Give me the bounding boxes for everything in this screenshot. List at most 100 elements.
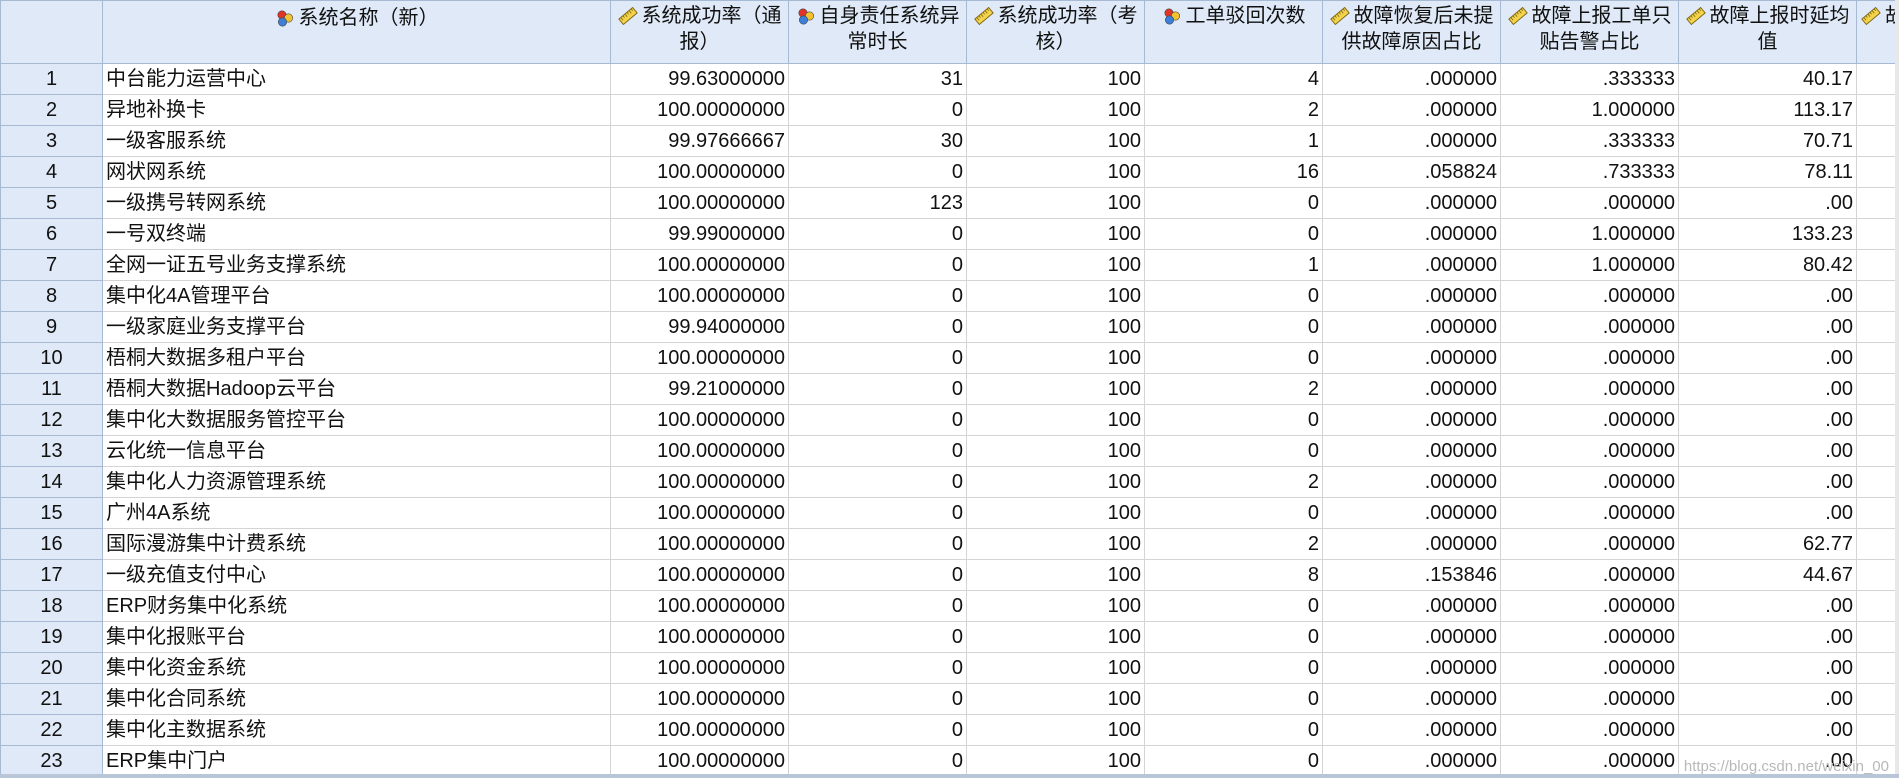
- system-name-cell[interactable]: 梧桐大数据Hadoop云平台: [102, 373, 611, 405]
- data-cell[interactable]: 100: [966, 63, 1145, 95]
- data-cell[interactable]: 113.17: [1678, 94, 1857, 126]
- row-number[interactable]: 7: [0, 249, 103, 281]
- data-cell[interactable]: 99.63000000: [610, 63, 789, 95]
- data-cell[interactable]: .000000: [1322, 528, 1501, 560]
- vertical-scrollbar[interactable]: [1895, 0, 1899, 778]
- system-name-cell[interactable]: 一级携号转网系统: [102, 187, 611, 219]
- data-cell[interactable]: 0: [1144, 745, 1323, 777]
- row-number[interactable]: 18: [0, 590, 103, 622]
- data-cell[interactable]: 100.00000000: [610, 404, 789, 436]
- data-cell[interactable]: 100: [966, 652, 1145, 684]
- data-cell[interactable]: 0: [788, 652, 967, 684]
- data-cell[interactable]: .00: [1678, 435, 1857, 467]
- data-cell[interactable]: [1856, 187, 1899, 219]
- data-cell[interactable]: .000000: [1322, 342, 1501, 374]
- data-cell[interactable]: 0: [1144, 652, 1323, 684]
- data-cell[interactable]: .153846: [1322, 559, 1501, 591]
- data-cell[interactable]: 0: [788, 590, 967, 622]
- row-number[interactable]: 11: [0, 373, 103, 405]
- data-cell[interactable]: 100: [966, 590, 1145, 622]
- data-cell[interactable]: 0: [788, 528, 967, 560]
- column-header[interactable]: 故障上报工单只贴告警占比: [1500, 0, 1679, 64]
- data-cell[interactable]: .000000: [1322, 683, 1501, 715]
- system-name-cell[interactable]: 一级客服系统: [102, 125, 611, 157]
- data-cell[interactable]: 40.17: [1678, 63, 1857, 95]
- data-cell[interactable]: 100: [966, 94, 1145, 126]
- data-cell[interactable]: [1856, 466, 1899, 498]
- data-cell[interactable]: 0: [1144, 187, 1323, 219]
- system-name-cell[interactable]: 异地补换卡: [102, 94, 611, 126]
- data-cell[interactable]: 1.000000: [1500, 249, 1679, 281]
- data-cell[interactable]: [1856, 621, 1899, 653]
- data-cell[interactable]: .000000: [1500, 683, 1679, 715]
- row-number[interactable]: 2: [0, 94, 103, 126]
- data-cell[interactable]: 0: [1144, 342, 1323, 374]
- data-cell[interactable]: .000000: [1322, 94, 1501, 126]
- data-cell[interactable]: [1856, 94, 1899, 126]
- data-cell[interactable]: 99.21000000: [610, 373, 789, 405]
- data-cell[interactable]: 0: [788, 714, 967, 746]
- data-cell[interactable]: [1856, 218, 1899, 250]
- data-cell[interactable]: .000000: [1322, 187, 1501, 219]
- data-cell[interactable]: 100: [966, 280, 1145, 312]
- system-name-cell[interactable]: 全网一证五号业务支撑系统: [102, 249, 611, 281]
- row-number[interactable]: 4: [0, 156, 103, 188]
- system-name-cell[interactable]: 一级家庭业务支撑平台: [102, 311, 611, 343]
- row-number[interactable]: 14: [0, 466, 103, 498]
- system-name-cell[interactable]: 集中化主数据系统: [102, 714, 611, 746]
- data-cell[interactable]: .000000: [1500, 745, 1679, 777]
- data-cell[interactable]: .00: [1678, 280, 1857, 312]
- column-header[interactable]: 故障上报时延均值: [1678, 0, 1857, 64]
- data-cell[interactable]: .000000: [1500, 528, 1679, 560]
- data-cell[interactable]: 100: [966, 435, 1145, 467]
- system-name-cell[interactable]: 集中化人力资源管理系统: [102, 466, 611, 498]
- data-cell[interactable]: [1856, 63, 1899, 95]
- row-number[interactable]: 8: [0, 280, 103, 312]
- data-cell[interactable]: 0: [788, 249, 967, 281]
- data-cell[interactable]: .00: [1678, 497, 1857, 529]
- data-cell[interactable]: .000000: [1500, 342, 1679, 374]
- data-cell[interactable]: .000000: [1322, 404, 1501, 436]
- row-number[interactable]: 12: [0, 404, 103, 436]
- row-number[interactable]: 10: [0, 342, 103, 374]
- data-cell[interactable]: .000000: [1322, 621, 1501, 653]
- system-name-cell[interactable]: 梧桐大数据多租户平台: [102, 342, 611, 374]
- data-cell[interactable]: 70.71: [1678, 125, 1857, 157]
- data-cell[interactable]: 0: [788, 218, 967, 250]
- data-cell[interactable]: .000000: [1322, 373, 1501, 405]
- system-name-cell[interactable]: 国际漫游集中计费系统: [102, 528, 611, 560]
- data-cell[interactable]: 44.67: [1678, 559, 1857, 591]
- system-name-cell[interactable]: 中台能力运营中心: [102, 63, 611, 95]
- system-name-cell[interactable]: ERP集中门户: [102, 745, 611, 777]
- data-cell[interactable]: .000000: [1500, 714, 1679, 746]
- row-number[interactable]: 15: [0, 497, 103, 529]
- column-header[interactable]: 系统成功率（通报）: [610, 0, 789, 64]
- data-cell[interactable]: [1856, 404, 1899, 436]
- data-cell[interactable]: 100.00000000: [610, 280, 789, 312]
- row-number[interactable]: 13: [0, 435, 103, 467]
- data-cell[interactable]: 0: [788, 559, 967, 591]
- data-cell[interactable]: 100.00000000: [610, 156, 789, 188]
- data-cell[interactable]: [1856, 342, 1899, 374]
- data-cell[interactable]: 100: [966, 311, 1145, 343]
- data-cell[interactable]: .00: [1678, 621, 1857, 653]
- system-name-cell[interactable]: 集中化报账平台: [102, 621, 611, 653]
- data-cell[interactable]: 100.00000000: [610, 652, 789, 684]
- data-cell[interactable]: 4: [1144, 63, 1323, 95]
- data-cell[interactable]: .00: [1678, 311, 1857, 343]
- data-cell[interactable]: .733333: [1500, 156, 1679, 188]
- data-cell[interactable]: 99.94000000: [610, 311, 789, 343]
- row-number[interactable]: 20: [0, 652, 103, 684]
- data-cell[interactable]: .000000: [1500, 373, 1679, 405]
- system-name-cell[interactable]: 云化统一信息平台: [102, 435, 611, 467]
- data-cell[interactable]: 0: [788, 311, 967, 343]
- data-cell[interactable]: [1856, 652, 1899, 684]
- data-cell[interactable]: .000000: [1500, 652, 1679, 684]
- system-name-cell[interactable]: ERP财务集中化系统: [102, 590, 611, 622]
- row-number[interactable]: 6: [0, 218, 103, 250]
- data-cell[interactable]: .000000: [1322, 590, 1501, 622]
- data-cell[interactable]: 99.97666667: [610, 125, 789, 157]
- system-name-cell[interactable]: 一级充值支付中心: [102, 559, 611, 591]
- data-cell[interactable]: 31: [788, 63, 967, 95]
- column-header[interactable]: 系统成功率（考核）: [966, 0, 1145, 64]
